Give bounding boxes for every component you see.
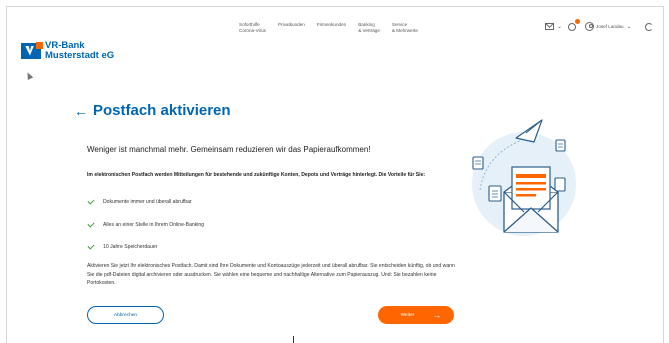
intro-text: Im elektronischen Postfach werden Mittei…: [87, 172, 426, 178]
bank-name: VR-Bank Musterstadt eG: [45, 41, 114, 60]
nav-item-firmenkunden[interactable]: Firmenkunden: [317, 22, 346, 33]
check-icon: [87, 197, 95, 205]
bank-name-line2: Musterstadt eG: [45, 49, 115, 61]
benefit-text: Dokumente immer und überall abrufbar: [103, 199, 192, 205]
check-icon: [87, 242, 95, 250]
list-item: Alles an einer Stelle in Ihrem Online-Ba…: [87, 219, 205, 229]
next-button-label: Weiter: [400, 312, 415, 318]
cancel-button[interactable]: Abbrechen: [87, 306, 164, 324]
gear-icon[interactable]: [568, 18, 581, 31]
top-navigation: Soforthilfe Corona-Virus Privatkunden Fi…: [239, 22, 430, 33]
benefit-text: Alles an einer Stelle in Ihrem Online-Ba…: [103, 221, 205, 228]
nav-item-banking[interactable]: Banking & Verträge: [358, 22, 380, 33]
envelope-illustration: [472, 119, 576, 236]
logout-icon[interactable]: [644, 22, 653, 31]
back-arrow-icon[interactable]: ←: [74, 104, 88, 118]
chevron-down-icon[interactable]: ⌄: [557, 24, 562, 30]
nav-item-soforthilfe[interactable]: Soforthilfe Corona-Virus: [239, 22, 266, 33]
user-icon[interactable]: [585, 22, 595, 31]
bank-logo-mark: [21, 41, 43, 59]
mail-icon[interactable]: [545, 23, 554, 30]
bank-logo[interactable]: VR-Bank Musterstadt eG: [21, 41, 114, 60]
page-title: Postfach aktivieren: [93, 102, 231, 119]
user-name[interactable]: Josef Landau: [596, 24, 624, 29]
benefits-list: Dokumente immer und überall abrufbar All…: [87, 197, 205, 266]
user-menu-chevron-icon[interactable]: ⌄: [627, 24, 632, 30]
nav-item-service[interactable]: Service & Mehrwerte: [392, 22, 418, 33]
check-icon: [87, 219, 95, 228]
description-text: Aktivieren Sie jetzt Ihr elektronisches …: [87, 263, 455, 286]
mouse-cursor-icon: [24, 71, 34, 80]
page-heading: ← Postfach aktivieren: [74, 102, 231, 119]
notification-badge: [575, 18, 581, 24]
arrow-right-icon: →: [432, 309, 442, 320]
header-actions: ⌄ Josef Landau ⌄: [545, 18, 653, 31]
benefit-text: 10 Jahre Speicherdauer: [103, 244, 158, 250]
list-item: Dokumente immer und überall abrufbar: [87, 197, 204, 206]
list-item: 10 Jahre Speicherdauer: [87, 242, 204, 251]
nav-item-privatkunden[interactable]: Privatkunden: [278, 22, 305, 33]
page-subtitle: Weniger ist manchmal mehr. Gemeinsam red…: [87, 145, 371, 154]
text-cursor: [293, 336, 294, 343]
next-button[interactable]: Weiter →: [378, 306, 454, 324]
